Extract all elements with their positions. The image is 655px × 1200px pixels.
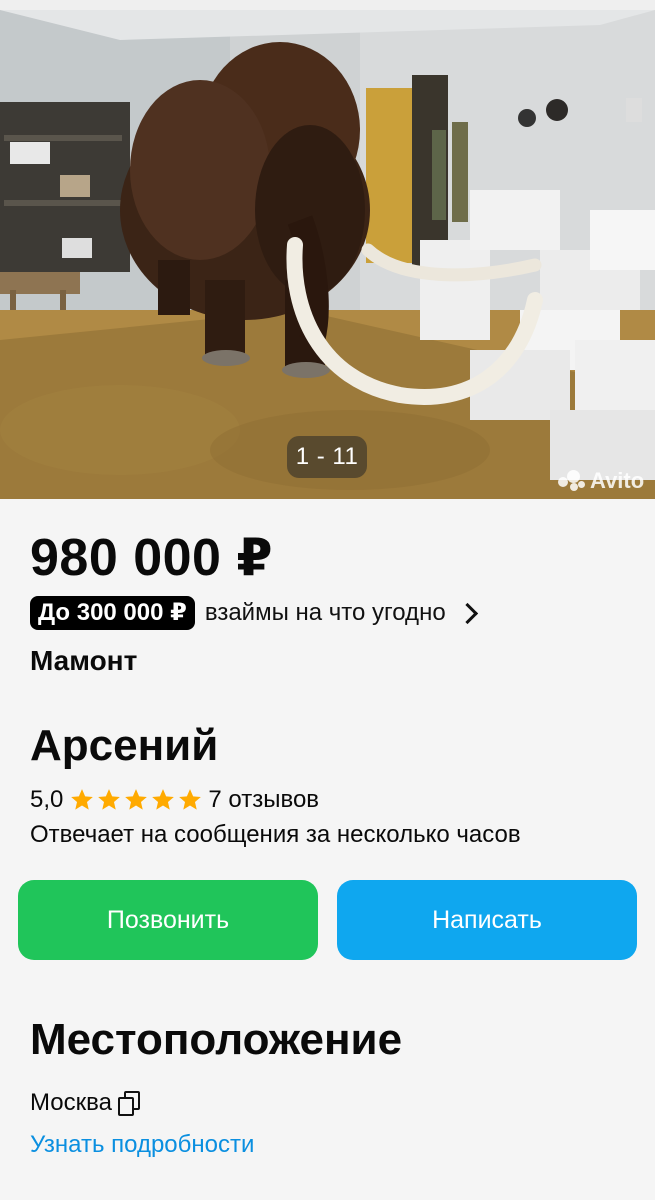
- seller-rating[interactable]: 5,0 7 отзывов: [30, 784, 319, 816]
- loan-amount-badge: До 300 000 ₽: [30, 596, 195, 630]
- location-city: Москва: [30, 1089, 112, 1116]
- listing-price: 980 000 ₽: [30, 529, 274, 587]
- rating-stars: [69, 787, 204, 813]
- reviews-count: 7 отзывов: [208, 786, 320, 813]
- star-icon: [71, 789, 94, 810]
- star-icon: [152, 789, 175, 810]
- star-icon: [125, 789, 148, 810]
- listing-title: Мамонт: [30, 645, 138, 676]
- chevron-right-icon: [456, 602, 478, 624]
- call-button[interactable]: Позвонить: [18, 880, 318, 960]
- avito-logo-icon: [558, 470, 586, 492]
- location-details-link[interactable]: Узнать подробности: [30, 1128, 254, 1162]
- avito-watermark: Avito: [558, 464, 644, 498]
- rating-value: 5,0: [30, 786, 64, 813]
- loan-offer-link[interactable]: До 300 000 ₽ взаймы на что угодно: [30, 596, 478, 630]
- seller-reply-time: Отвечает на сообщения за несколько часов: [30, 821, 521, 848]
- loan-offer-text: взаймы на что угодно: [204, 599, 446, 626]
- status-strip: [0, 0, 655, 10]
- photo-counter: 1 - 11: [287, 436, 367, 478]
- location-city-row: Москва: [30, 1086, 140, 1120]
- star-icon: [179, 789, 202, 810]
- star-icon: [98, 789, 121, 810]
- listing-photo: [0, 10, 655, 499]
- copy-icon[interactable]: [117, 1091, 140, 1116]
- seller-name[interactable]: Арсений: [30, 718, 218, 774]
- call-button-label: Позвонить: [106, 905, 230, 934]
- photo-gallery[interactable]: 1 - 11 Avito: [0, 10, 655, 499]
- watermark-text: Avito: [590, 468, 645, 493]
- location-heading: Местоположение: [30, 1015, 403, 1064]
- write-button-label: Написать: [432, 905, 542, 934]
- write-message-button[interactable]: Написать: [337, 880, 637, 960]
